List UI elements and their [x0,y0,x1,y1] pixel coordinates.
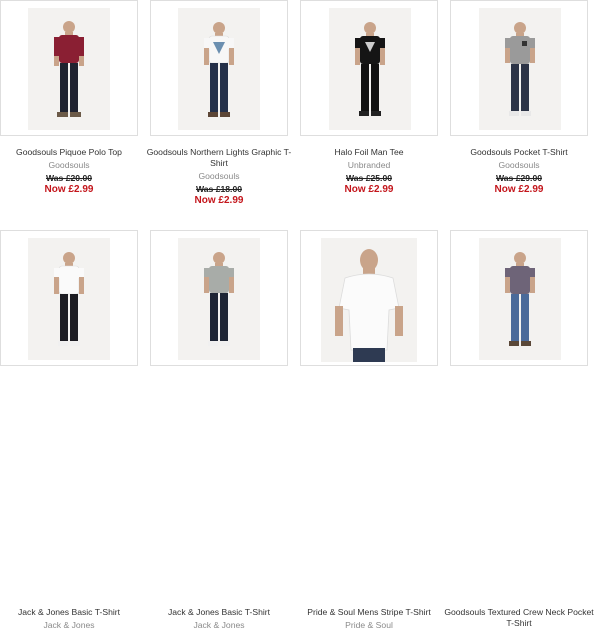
product-name[interactable]: Halo Foil Man Tee [294,147,444,158]
man-in-maroon-polo-image [54,21,84,117]
was-price: Was £18.00 [195,184,243,194]
was-price: Was £25.00 [345,173,393,183]
product-brand: Goodsouls [48,160,90,170]
man-in-black-foil-tee-image [355,22,385,116]
product-name[interactable]: Jack & Jones Basic T-Shirt [0,607,144,618]
product-brand: Goodsouls [498,160,540,170]
now-price: Now £2.99 [494,184,544,195]
product-image-frame[interactable] [300,230,438,366]
product-brand: Pride & Soul [345,620,393,630]
product-photo[interactable] [479,238,561,360]
product-grid: Goodsouls Piquoe Polo Top Goodsouls Was … [0,0,600,630]
product-brand: Goodsouls [198,171,240,181]
product-image-frame[interactable] [0,0,138,136]
product-photo[interactable] [178,8,260,130]
man-in-grey-basic-tee-image [204,252,234,346]
man-in-white-stripe-tee-image [335,249,403,362]
was-price: Was £29.00 [495,173,543,183]
now-price: Now £2.99 [344,184,394,195]
product-image-frame[interactable] [0,230,138,366]
product-photo[interactable] [28,8,110,130]
product-image-frame[interactable] [450,0,588,136]
product-image-frame[interactable] [450,230,588,366]
product-name[interactable]: Goodsouls Textured Crew Neck Pocket T-Sh… [444,607,594,629]
product-image-frame[interactable] [150,230,288,366]
product-brand: Unbranded [347,160,391,170]
now-price: Now £2.99 [44,184,94,195]
product-name[interactable]: Goodsouls Pocket T-Shirt [444,147,594,158]
product-brand: Jack & Jones [193,620,245,630]
product-name[interactable]: Pride & Soul Mens Stripe T-Shirt [294,607,444,618]
man-in-white-graphic-tee-image [204,22,234,117]
man-in-white-basic-tee-image [54,252,84,346]
product-photo[interactable] [479,8,561,130]
was-price: Was £20.00 [45,173,93,183]
product-photo[interactable] [28,238,110,360]
product-name[interactable]: Goodsouls Northern Lights Graphic T-Shir… [144,147,294,169]
product-photo[interactable] [321,238,417,362]
man-in-purple-crew-tee-image [505,252,535,346]
product-name[interactable]: Jack & Jones Basic T-Shirt [144,607,294,618]
product-photo[interactable] [178,238,260,360]
man-in-grey-pocket-tee-image [505,22,535,116]
product-photo[interactable] [329,8,411,130]
product-image-frame[interactable] [300,0,438,136]
product-image-frame[interactable] [150,0,288,136]
now-price: Now £2.99 [194,195,244,206]
product-brand: Jack & Jones [43,620,95,630]
product-name[interactable]: Goodsouls Piquoe Polo Top [0,147,144,158]
